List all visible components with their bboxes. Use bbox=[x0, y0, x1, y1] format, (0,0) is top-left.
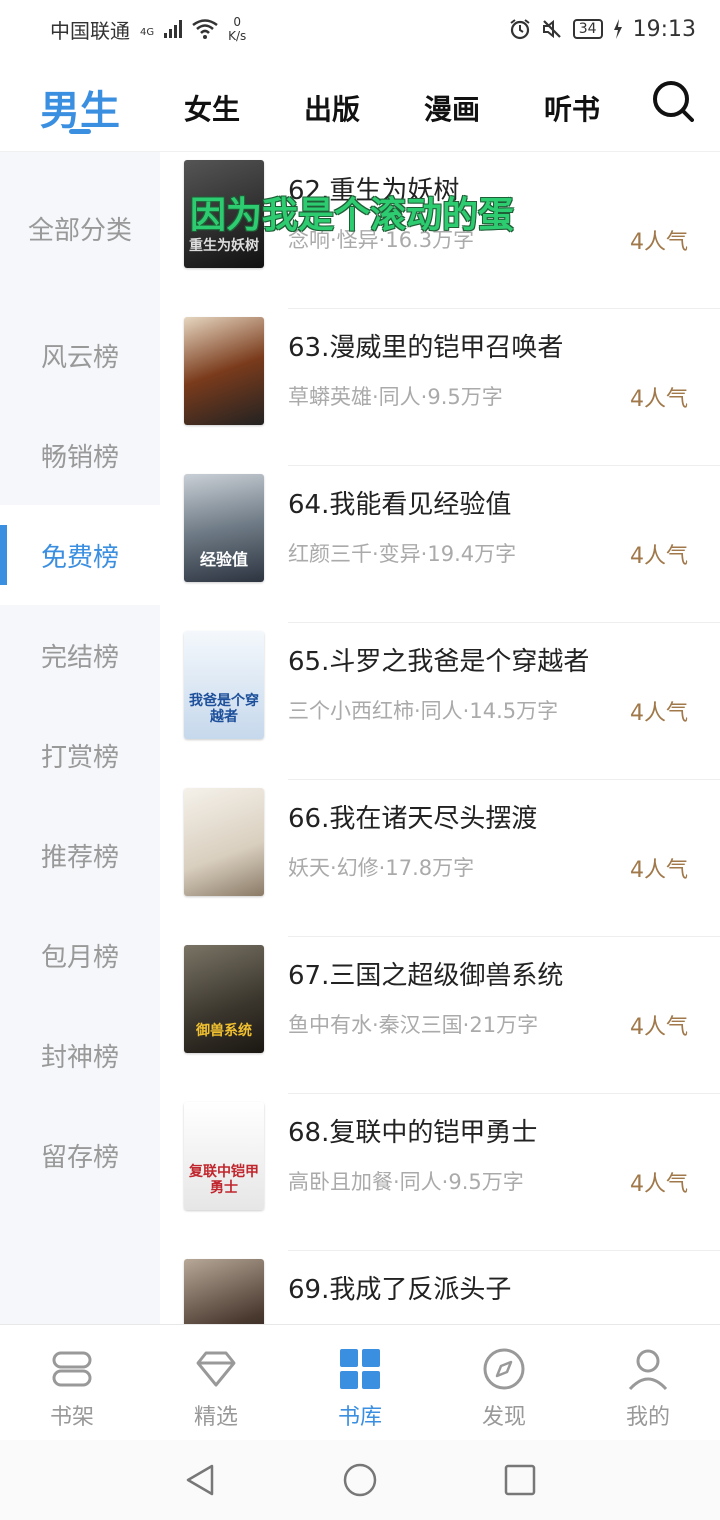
overlay-caption: 因为我是个滚动的蛋 bbox=[190, 195, 515, 236]
sidebar-item-recommended[interactable]: 推荐榜 bbox=[0, 805, 160, 905]
list-item[interactable]: 御兽系统 67.三国之超级御兽系统 鱼中有水·秦汉三国·21万字 4人气 bbox=[160, 937, 720, 1094]
list-item[interactable]: 我爸是个穿越者 65.斗罗之我爸是个穿越者 三个小西红柿·同人·14.5万字 4… bbox=[160, 623, 720, 780]
status-left: 中国联通 4G 0 K/s bbox=[50, 15, 246, 44]
book-title: 68.复联中的铠甲勇士 bbox=[288, 1118, 538, 1148]
book-popularity: 4人气 bbox=[630, 1015, 688, 1040]
top-tab-bar: 男生 女生 出版 漫画 听书 bbox=[0, 58, 720, 152]
nav-label: 书库 bbox=[337, 1405, 382, 1430]
nav-label: 发现 bbox=[481, 1405, 526, 1430]
sidebar-item-all-categories[interactable]: 全部分类 bbox=[0, 178, 160, 278]
list-item[interactable]: 复联中铠甲勇士 68.复联中的铠甲勇士 高卧且加餐·同人·9.5万字 4人气 bbox=[160, 1094, 720, 1251]
book-cover bbox=[184, 788, 264, 896]
book-popularity: 4人气 bbox=[630, 701, 688, 726]
book-popularity: 4人气 bbox=[630, 1172, 688, 1197]
tab-male[interactable]: 男生 bbox=[40, 78, 120, 136]
book-title: 64.我能看见经验值 bbox=[288, 490, 512, 520]
book-popularity: 4人气 bbox=[630, 387, 688, 412]
carrier-name: 中国联通 bbox=[50, 18, 130, 43]
status-bar: 中国联通 4G 0 K/s 34 19:13 bbox=[0, 0, 720, 58]
grid-icon bbox=[340, 1349, 380, 1389]
alarm-icon bbox=[510, 19, 530, 40]
cover-text: 经验值 bbox=[199, 550, 248, 569]
book-cover: 经验值 bbox=[184, 474, 264, 582]
net-speed: 0 K/s bbox=[228, 15, 246, 43]
nav-label: 书架 bbox=[49, 1405, 94, 1430]
book-list: 重生为妖树 62.重生为妖树 念响·怪异·16.3万字 4人气 63.漫威里的铠… bbox=[160, 152, 720, 1324]
clock: 19:13 bbox=[632, 16, 696, 42]
compass-icon bbox=[483, 1348, 525, 1390]
nav-bookshelf[interactable]: 书架 bbox=[0, 1325, 144, 1441]
back-icon[interactable] bbox=[182, 1462, 218, 1498]
nav-label: 精选 bbox=[193, 1405, 238, 1430]
cover-text: 我爸是个穿越者 bbox=[189, 693, 259, 725]
book-meta: 鱼中有水·秦汉三国·21万字 bbox=[288, 1013, 539, 1037]
book-cover: 御兽系统 bbox=[184, 945, 264, 1053]
wifi-icon bbox=[192, 19, 218, 39]
list-item[interactable]: 经验值 64.我能看见经验值 红颜三千·变异·19.4万字 4人气 bbox=[160, 466, 720, 623]
book-cover: 我爸是个穿越者 bbox=[184, 631, 264, 739]
system-nav-bar bbox=[0, 1440, 720, 1520]
book-meta: 三个小西红柿·同人·14.5万字 bbox=[288, 699, 559, 723]
list-item[interactable]: 69.我成了反派头子 bbox=[160, 1251, 720, 1324]
book-meta: 高卧且加餐·同人·9.5万字 bbox=[288, 1170, 524, 1194]
tab-comics[interactable]: 漫画 bbox=[424, 88, 480, 128]
book-cover bbox=[184, 1259, 264, 1324]
cover-text: 复联中铠甲勇士 bbox=[189, 1164, 259, 1196]
book-title: 63.漫威里的铠甲召唤者 bbox=[288, 333, 564, 363]
book-title: 65.斗罗之我爸是个穿越者 bbox=[288, 647, 590, 677]
net-speed-unit: K/s bbox=[228, 29, 247, 43]
nav-featured[interactable]: 精选 bbox=[144, 1325, 288, 1441]
book-cover: 复联中铠甲勇士 bbox=[184, 1102, 264, 1210]
book-title: 69.我成了反派头子 bbox=[288, 1275, 512, 1305]
bookshelf-icon bbox=[52, 1351, 92, 1387]
signal-icon bbox=[164, 20, 183, 38]
sidebar-item-free[interactable]: 免费榜 bbox=[0, 505, 160, 605]
sidebar-item-monthly[interactable]: 包月榜 bbox=[0, 905, 160, 1005]
list-item[interactable]: 66.我在诸天尽头摆渡 妖天·幻修·17.8万字 4人气 bbox=[160, 780, 720, 937]
sidebar-item-retention[interactable]: 留存榜 bbox=[0, 1105, 160, 1205]
sidebar-item-fengyun[interactable]: 风云榜 bbox=[0, 305, 160, 405]
book-meta: 草蟒英雄·同人·9.5万字 bbox=[288, 385, 503, 409]
mute-icon bbox=[542, 19, 561, 39]
sidebar-item-bestseller[interactable]: 畅销榜 bbox=[0, 405, 160, 505]
charging-icon bbox=[613, 19, 622, 39]
book-popularity: 4人气 bbox=[630, 544, 688, 569]
list-item[interactable]: 63.漫威里的铠甲召唤者 草蟒英雄·同人·9.5万字 4人气 bbox=[160, 309, 720, 466]
nav-label: 我的 bbox=[625, 1405, 670, 1430]
recents-icon[interactable] bbox=[502, 1462, 538, 1498]
network-type: 4G bbox=[140, 26, 155, 38]
net-speed-value: 0 bbox=[233, 15, 242, 29]
book-popularity: 4人气 bbox=[630, 858, 688, 883]
book-popularity: 4人气 bbox=[630, 230, 688, 255]
book-meta: 红颜三千·变异·19.4万字 bbox=[288, 542, 517, 566]
sidebar-item-fengshen[interactable]: 封神榜 bbox=[0, 1005, 160, 1105]
book-cover bbox=[184, 317, 264, 425]
book-title: 66.我在诸天尽头摆渡 bbox=[288, 804, 538, 834]
category-sidebar: 全部分类 风云榜 畅销榜 免费榜 完结榜 打赏榜 推荐榜 包月榜 封神榜 留存榜 bbox=[0, 152, 160, 1324]
battery-level: 34 bbox=[572, 19, 603, 39]
book-meta: 妖天·幻修·17.8万字 bbox=[288, 856, 475, 880]
diamond-icon bbox=[196, 1351, 236, 1387]
bottom-nav: 书架 精选 书库 发现 我的 bbox=[0, 1324, 720, 1440]
cover-text: 重生为妖树 bbox=[189, 238, 259, 254]
person-icon bbox=[628, 1349, 668, 1391]
nav-library[interactable]: 书库 bbox=[288, 1325, 432, 1441]
book-title: 67.三国之超级御兽系统 bbox=[288, 961, 564, 991]
status-right: 34 19:13 bbox=[509, 17, 696, 42]
search-icon[interactable] bbox=[652, 80, 694, 122]
sidebar-item-tips[interactable]: 打赏榜 bbox=[0, 705, 160, 805]
sidebar-item-completed[interactable]: 完结榜 bbox=[0, 605, 160, 705]
nav-discover[interactable]: 发现 bbox=[432, 1325, 576, 1441]
tab-publish[interactable]: 出版 bbox=[304, 88, 360, 128]
home-icon[interactable] bbox=[342, 1462, 378, 1498]
tab-female[interactable]: 女生 bbox=[184, 88, 240, 128]
tab-audiobook[interactable]: 听书 bbox=[544, 88, 600, 128]
cover-text: 御兽系统 bbox=[196, 1023, 252, 1039]
active-tab-indicator bbox=[69, 129, 91, 134]
nav-mine[interactable]: 我的 bbox=[576, 1325, 720, 1441]
